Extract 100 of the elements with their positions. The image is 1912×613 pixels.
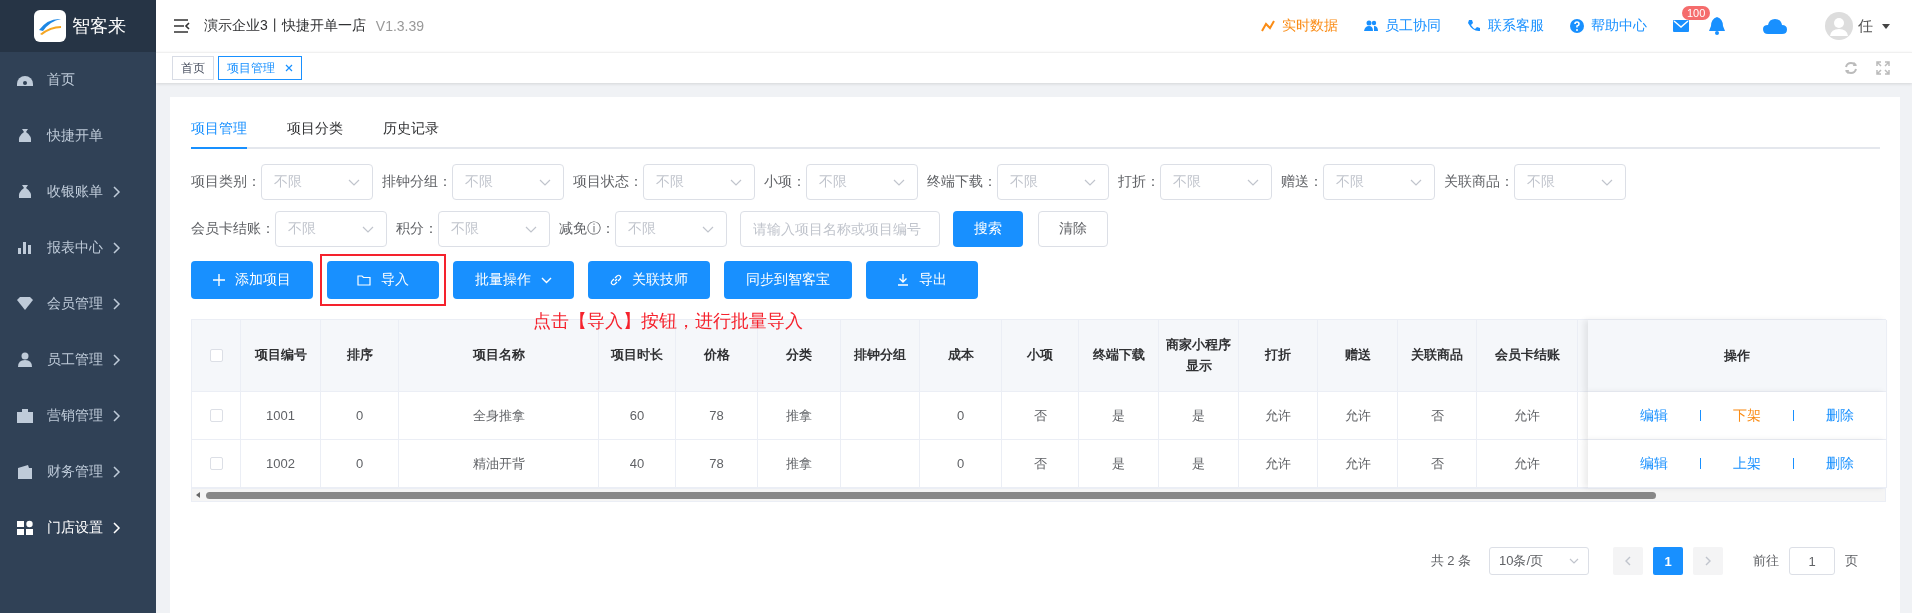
- horizontal-scrollbar[interactable]: [191, 488, 1886, 502]
- table-cell: 78: [676, 392, 758, 440]
- filter-select[interactable]: 不限: [615, 211, 727, 247]
- clear-button[interactable]: 清除: [1038, 211, 1108, 247]
- row-action-link[interactable]: 编辑: [1640, 406, 1668, 425]
- filter-select[interactable]: 不限: [1514, 164, 1626, 200]
- chevron-down-icon: [1084, 178, 1096, 186]
- header-link-icon: [1261, 19, 1275, 33]
- mail-icon[interactable]: [1673, 20, 1689, 32]
- action-button[interactable]: 导入: [327, 261, 439, 299]
- user-name: 任: [1858, 16, 1873, 36]
- goto-label: 前往: [1753, 552, 1779, 570]
- filter-select[interactable]: 不限: [261, 164, 373, 200]
- action-button[interactable]: 关联技师: [588, 261, 710, 299]
- chevron-left-icon: [1625, 556, 1631, 566]
- filter-label: 减免ⓘ：: [559, 220, 615, 238]
- header-link-icon: [1467, 19, 1481, 33]
- checkbox[interactable]: [209, 409, 223, 422]
- scrollbar-thumb[interactable]: [206, 491, 1656, 499]
- header-link[interactable]: 联系客服: [1467, 17, 1544, 35]
- filter-select[interactable]: 不限: [275, 211, 387, 247]
- cloud-icon[interactable]: [1763, 18, 1787, 34]
- caret-icon[interactable]: [1882, 23, 1890, 29]
- action-button[interactable]: 同步到智客宝: [724, 261, 852, 299]
- table-cell: 推拿: [758, 392, 841, 440]
- menu-item[interactable]: 营销管理: [0, 388, 156, 444]
- header-link[interactable]: 实时数据: [1261, 17, 1338, 35]
- menu-item[interactable]: 财务管理: [0, 444, 156, 500]
- row-action-link[interactable]: 下架: [1733, 406, 1761, 425]
- content-tab[interactable]: 项目管理: [191, 120, 247, 149]
- row-action-link[interactable]: 编辑: [1640, 454, 1668, 473]
- column-header: 终端下载: [1079, 320, 1159, 392]
- filter-select[interactable]: 不限: [1323, 164, 1435, 200]
- chevron-right-icon: [1705, 556, 1711, 566]
- column-header: 赠送: [1318, 320, 1398, 392]
- column-header: 关联商品: [1398, 320, 1477, 392]
- page-button[interactable]: 1: [1653, 547, 1683, 575]
- filter-label: 关联商品：: [1444, 173, 1514, 191]
- filter-label: 项目状态：: [573, 173, 643, 191]
- filter-select[interactable]: 不限: [997, 164, 1109, 200]
- column-header: 排序: [321, 320, 399, 392]
- close-icon[interactable]: [285, 64, 293, 72]
- annotation-text: 点击【导入】按钮，进行批量导入: [533, 310, 803, 333]
- row-action-link[interactable]: 删除: [1826, 454, 1854, 473]
- filter-select[interactable]: 不限: [643, 164, 755, 200]
- column-header: 会员卡结账: [1477, 320, 1578, 392]
- chevron-right-icon: [113, 466, 121, 478]
- store-title: 演示企业3丨快捷开单一店: [204, 17, 366, 35]
- chevron-down-icon: [541, 276, 552, 284]
- chevron-down-icon: [362, 225, 374, 233]
- action-button[interactable]: 批量操作: [453, 261, 574, 299]
- menu-item[interactable]: 门店设置: [0, 500, 156, 556]
- menu-icon[interactable]: [174, 19, 190, 33]
- filter-label: 小项：: [764, 173, 806, 191]
- header-link[interactable]: 员工协同: [1364, 17, 1441, 35]
- folder-icon: [357, 274, 371, 286]
- page-input[interactable]: 1: [1789, 547, 1835, 575]
- menu-item[interactable]: 会员管理: [0, 276, 156, 332]
- action-button[interactable]: 添加项目: [191, 261, 313, 299]
- filter-label: 赠送：: [1281, 173, 1323, 191]
- menu-item[interactable]: 首页: [0, 52, 156, 108]
- chevron-down-icon: [702, 225, 714, 233]
- menu-item[interactable]: 员工管理: [0, 332, 156, 388]
- page-size-select[interactable]: 10条/页: [1489, 547, 1589, 575]
- chevron-right-icon: [113, 298, 121, 310]
- header-link[interactable]: 帮助中心: [1570, 17, 1647, 35]
- content-tab[interactable]: 历史记录: [383, 120, 439, 149]
- fullscreen-icon[interactable]: [1876, 61, 1890, 75]
- table-cell: 允许: [1477, 392, 1578, 440]
- column-header: 打折: [1239, 320, 1318, 392]
- filter-select[interactable]: 不限: [806, 164, 918, 200]
- action-button[interactable]: 导出: [866, 261, 978, 299]
- scroll-left-icon[interactable]: [195, 492, 201, 498]
- menu-item[interactable]: 收银账单: [0, 164, 156, 220]
- menu-item[interactable]: 报表中心: [0, 220, 156, 276]
- content-tab[interactable]: 项目分类: [287, 120, 343, 149]
- row-action-link[interactable]: 删除: [1826, 406, 1854, 425]
- chevron-down-icon: [348, 178, 360, 186]
- checkbox[interactable]: [209, 349, 223, 362]
- refresh-icon[interactable]: [1844, 61, 1858, 75]
- table-cell: 是: [1079, 392, 1159, 440]
- menu-item[interactable]: 快捷开单: [0, 108, 156, 164]
- table-cell: 是: [1159, 392, 1239, 440]
- filter-label: 终端下载：: [927, 173, 997, 191]
- page-tab[interactable]: 项目管理: [218, 56, 302, 80]
- filter-label: 会员卡结账：: [191, 220, 275, 238]
- page-tab[interactable]: 首页: [172, 56, 214, 80]
- search-field[interactable]: 请输入项目名称或项目编号: [740, 211, 940, 247]
- chevron-down-icon: [730, 178, 742, 186]
- filter-select[interactable]: 不限: [438, 211, 550, 247]
- bell-icon[interactable]: [1709, 17, 1725, 35]
- header-link-icon: [1570, 19, 1584, 33]
- logo-icon: [34, 10, 66, 42]
- bar-chart-icon: [16, 240, 34, 256]
- search-button[interactable]: 搜索: [953, 211, 1023, 247]
- checkbox[interactable]: [209, 457, 223, 470]
- filter-select[interactable]: 不限: [452, 164, 564, 200]
- filter-select[interactable]: 不限: [1160, 164, 1272, 200]
- row-action-link[interactable]: 上架: [1733, 454, 1761, 473]
- column-header: 成本: [920, 320, 1002, 392]
